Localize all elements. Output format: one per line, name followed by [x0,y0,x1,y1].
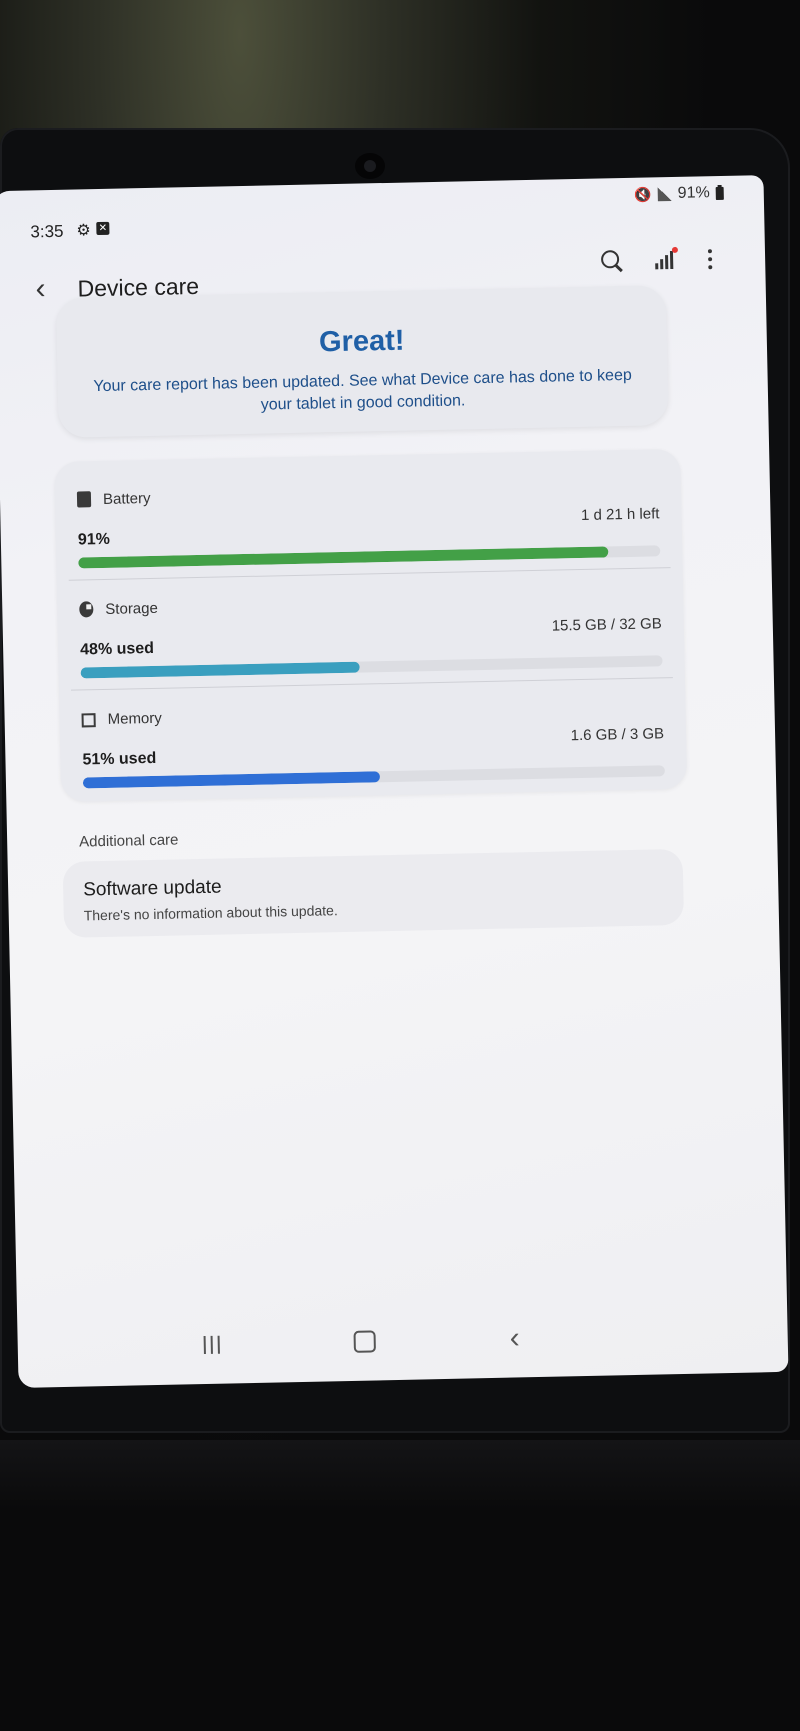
storage-value: 48% used [79,639,155,659]
memory-progress-fill [82,771,380,789]
bars-chart-icon[interactable] [653,246,678,273]
status-indicators: 🔇 91% [634,184,724,204]
additional-care-heading: Additional care [79,831,179,851]
device-screen: 3:35 ⚙ ✕ 🔇 91% ‹ Device care Great! Your… [0,175,789,1388]
software-update-item[interactable]: Software update There's no information a… [62,848,685,938]
battery-row[interactable]: Battery 91% 1 d 21 h left [76,479,661,591]
storage-icon [79,601,94,618]
home-icon[interactable] [353,1330,376,1353]
navigation-bar: ‹ [17,1316,788,1372]
banner-title: Great! [318,324,405,359]
memory-label: Memory [107,709,162,728]
memory-value: 51% used [82,749,157,769]
status-time: 3:35 [30,221,64,242]
battery-progress-fill [78,546,608,569]
battery-icon [76,491,92,508]
care-report-banner: Great! Your care report has been updated… [55,285,669,438]
storage-row[interactable]: Storage 48% used 15.5 GB / 32 GB [79,589,663,701]
header-actions [599,246,716,274]
storage-detail: 15.5 GB / 32 GB [551,615,662,635]
battery-status-icon [715,186,724,200]
storage-progress-track [80,655,663,679]
notification-icon: ✕ [96,221,110,236]
tablet-bottom-edge [0,1440,800,1510]
memory-detail: 1.6 GB / 3 GB [570,725,665,745]
settings-gear-icon: ⚙ [76,222,91,240]
battery-label: Battery [102,489,151,508]
back-arrow-icon[interactable]: ‹ [35,272,64,305]
resources-card: Battery 91% 1 d 21 h left Storage 48% us… [54,448,688,802]
memory-chip-icon [81,713,96,728]
battery-value: 91% [77,530,111,549]
search-icon[interactable] [599,248,626,275]
mute-icon: 🔇 [634,185,652,203]
memory-progress-track [82,765,665,789]
software-update-subtitle: There's no information about this update… [83,902,338,924]
status-bar: 3:35 ⚙ ✕ 🔇 91% [30,184,724,247]
recent-apps-icon[interactable] [203,1335,224,1355]
signal-icon [657,186,672,202]
storage-label: Storage [105,599,159,618]
storage-progress-fill [80,661,361,679]
nav-back-icon[interactable]: ‹ [509,1321,520,1355]
memory-row[interactable]: Memory 51% used 1.6 GB / 3 GB [81,699,665,811]
front-camera [355,153,385,179]
more-options-icon[interactable] [705,246,716,272]
banner-text[interactable]: Your care report has been updated. See w… [91,365,634,420]
notification-dot [671,246,678,253]
battery-percent: 91% [677,184,710,202]
software-update-title: Software update [82,876,222,901]
battery-progress-track [78,545,661,569]
battery-detail: 1 d 21 h left [580,505,660,524]
